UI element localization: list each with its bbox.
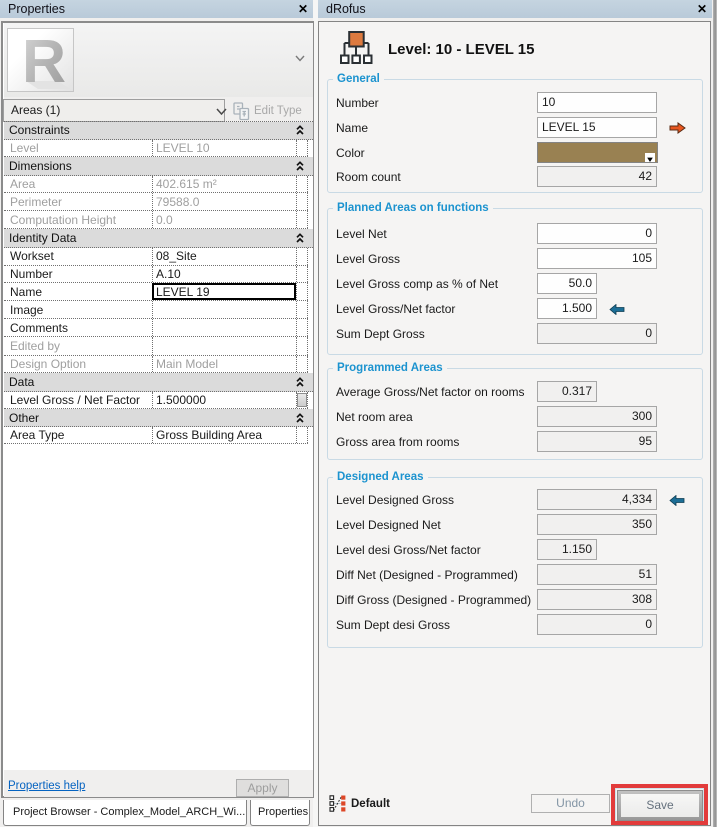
svg-text:R: R xyxy=(22,29,66,91)
